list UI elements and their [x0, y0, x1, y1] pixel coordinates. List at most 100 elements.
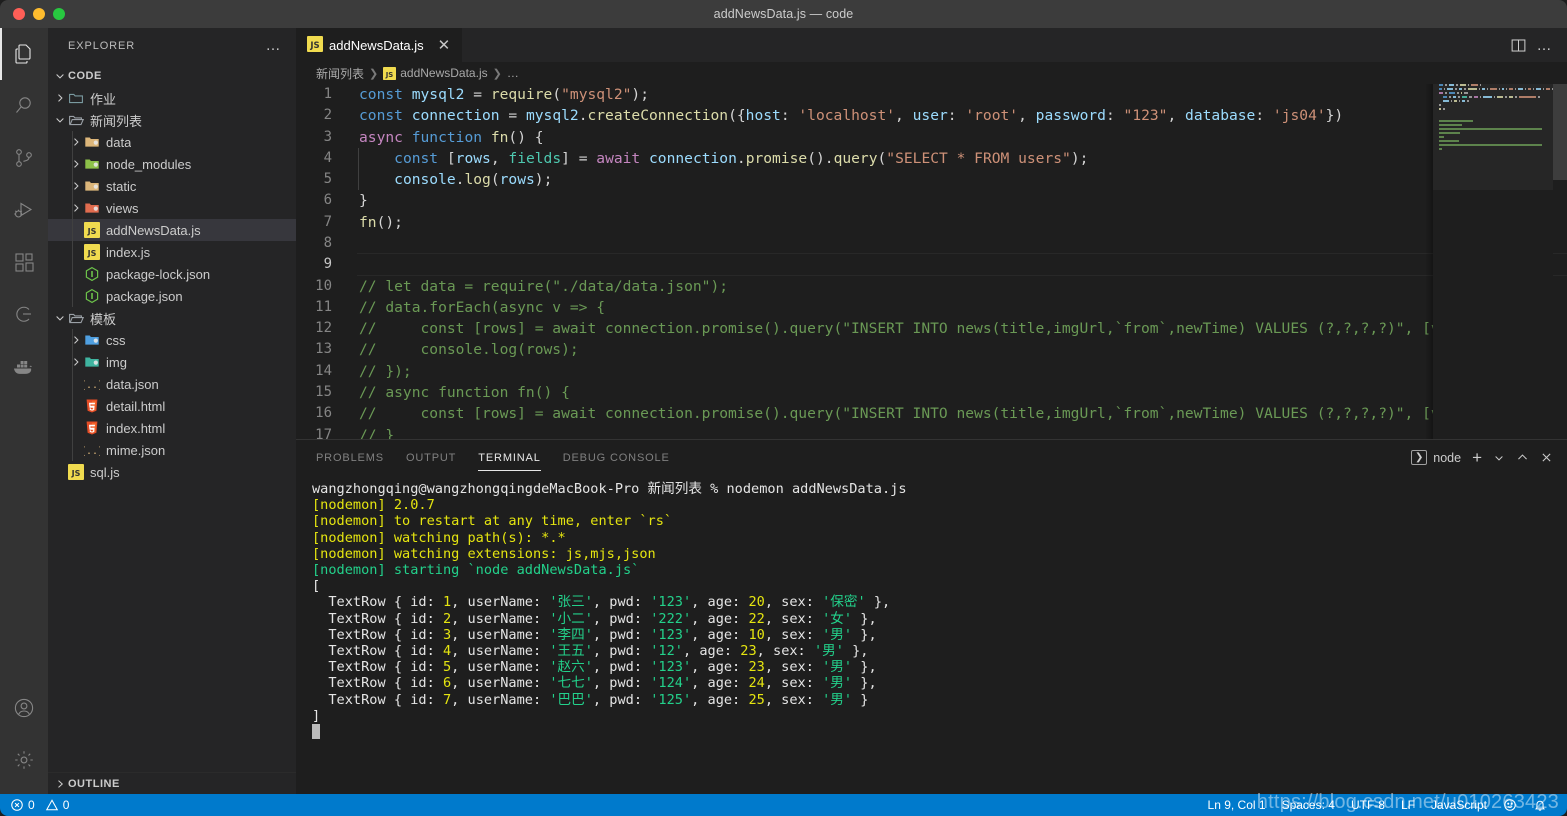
tree-item-package-json[interactable]: package.json — [48, 285, 296, 307]
new-terminal-icon[interactable]: + — [1472, 449, 1482, 466]
chevron-right-icon[interactable] — [68, 202, 84, 214]
close-tab-icon[interactable]: ✕ — [436, 38, 453, 53]
account-icon[interactable] — [0, 682, 48, 734]
chevron-down-icon[interactable] — [52, 312, 68, 324]
code-line-5[interactable]: 5 console.log(rows); — [296, 169, 1567, 191]
tab-terminal[interactable]: TERMINAL — [478, 440, 542, 475]
maximize-panel-icon[interactable] — [1516, 451, 1529, 464]
tree-item-detail-html[interactable]: detail.html — [48, 395, 296, 417]
tree-item-data[interactable]: data — [48, 131, 296, 153]
remote-explorer-icon[interactable] — [0, 288, 48, 340]
tree-item-[interactable]: 作业 — [48, 87, 296, 109]
code-line-9[interactable]: 9 — [296, 253, 1567, 276]
line-content: const mysql2 = require("mysql2"); — [359, 85, 649, 103]
bell-icon[interactable] — [1533, 798, 1547, 812]
tree-item-sql-js[interactable]: JS sql.js — [48, 461, 296, 483]
tree-item-package-lock-json[interactable]: package-lock.json — [48, 263, 296, 285]
code-line-14[interactable]: 14 // }); — [296, 361, 1567, 382]
chevron-right-icon[interactable] — [68, 136, 84, 148]
minimap[interactable] — [1433, 83, 1553, 439]
explorer-icon[interactable] — [0, 28, 48, 80]
smiley-icon[interactable] — [1503, 798, 1517, 812]
code-line-7[interactable]: 7 fn(); — [296, 212, 1567, 233]
activity-bar — [0, 28, 48, 794]
source-control-icon[interactable] — [0, 132, 48, 184]
tree-root-folder[interactable]: CODE — [48, 65, 296, 87]
chevron-right-icon[interactable] — [68, 158, 84, 170]
code-line-15[interactable]: 15 // async function fn() { — [296, 382, 1567, 403]
problems-status[interactable]: 0 0 — [10, 798, 69, 812]
eol-status[interactable]: LF — [1401, 798, 1415, 812]
tree-item-mime-json[interactable]: {..} mime.json — [48, 439, 296, 461]
tree-item-index-html[interactable]: index.html — [48, 417, 296, 439]
code-editor[interactable]: 1 const mysql2 = require("mysql2"); 2 const… — [296, 83, 1567, 439]
tree-item-static[interactable]: static — [48, 175, 296, 197]
tree-item-index-js[interactable]: JS index.js — [48, 241, 296, 263]
language-mode-status[interactable]: JavaScript — [1431, 798, 1487, 812]
scrollbar-thumb[interactable] — [1553, 83, 1567, 180]
code-line-6[interactable]: 6} — [296, 190, 1567, 211]
code-line-13[interactable]: 13 // console.log(rows); — [296, 339, 1567, 360]
tab-output[interactable]: OUTPUT — [406, 440, 456, 475]
search-icon[interactable] — [0, 80, 48, 132]
line-number: 1 — [323, 85, 332, 102]
svg-text:{..}: {..} — [84, 380, 100, 391]
indentation-status[interactable]: Spaces: 4 — [1282, 798, 1335, 812]
breadcrumb-item-1[interactable]: JS addNewsData.js — [383, 66, 488, 80]
status-bar: 0 0 Ln 9, Col 1 Spaces: 4 UTF-8 LF JavaS… — [0, 794, 1567, 816]
tree-item-css[interactable]: css — [48, 329, 296, 351]
tree-item-views[interactable]: views — [48, 197, 296, 219]
chevron-right-icon[interactable] — [68, 334, 84, 346]
code-line-17[interactable]: 17 // } — [296, 425, 1567, 439]
code-line-2[interactable]: 2 const connection = mysql2.createConnect… — [296, 105, 1567, 126]
tree-item-[interactable]: 新闻列表 — [48, 109, 296, 131]
json-file-icon: {..} — [84, 376, 100, 392]
code-line-16[interactable]: 16 // const [rows] = await connection.pro… — [296, 403, 1567, 424]
explorer-more-actions-icon[interactable]: … — [260, 36, 289, 55]
tree-item-addnewsdata-js[interactable]: JS addNewsData.js — [48, 219, 296, 241]
terminal-output[interactable]: wangzhongqing@wangzhongqingdeMacBook-Pro… — [296, 475, 1567, 794]
settings-gear-icon[interactable] — [0, 734, 48, 786]
encoding-status[interactable]: UTF-8 — [1351, 798, 1385, 812]
code-line-1[interactable]: 1 const mysql2 = require("mysql2"); — [296, 84, 1567, 105]
split-editor-icon[interactable] — [1510, 37, 1527, 54]
status-bar-right: Ln 9, Col 1 Spaces: 4 UTF-8 LF JavaScrip… — [1208, 798, 1559, 812]
breadcrumb-item-0[interactable]: 新闻列表 — [316, 65, 364, 82]
tree-item-node-modules[interactable]: node_modules — [48, 153, 296, 175]
chevron-right-icon[interactable] — [68, 356, 84, 368]
code-line-10[interactable]: 10 // let data = require("./data/data.jso… — [296, 276, 1567, 297]
line-number: 11 — [315, 298, 332, 315]
code-line-12[interactable]: 12 // const [rows] = await connection.pro… — [296, 318, 1567, 339]
code-line-4[interactable]: 4 const [rows, fields] = await connectio… — [296, 147, 1567, 170]
chevron-right-icon[interactable] — [52, 92, 68, 104]
chevron-right-icon[interactable] — [68, 180, 84, 192]
terminal-row-7: TextRow { id: 7, userName: '巴巴', pwd: '1… — [312, 691, 869, 708]
tree-item-data-json[interactable]: {..} data.json — [48, 373, 296, 395]
code-line-11[interactable]: 11 // data.forEach(async v => { — [296, 297, 1567, 318]
breadcrumb-chevron-icon: ❯ — [369, 67, 379, 80]
chevron-down-icon[interactable] — [52, 114, 68, 126]
editor-vertical-scrollbar[interactable] — [1553, 83, 1567, 439]
code-line-3[interactable]: 3 async function fn() { — [296, 127, 1567, 148]
tree-item-label: mime.json — [106, 442, 166, 458]
line-content: // }); — [359, 362, 412, 380]
extensions-icon[interactable] — [0, 236, 48, 288]
terminal-dropdown-icon[interactable] — [1493, 452, 1505, 464]
file-tree[interactable]: CODE 作业 新闻列表 data node_modules static views JS a… — [48, 63, 296, 772]
tab-addNewsData-js[interactable]: JS addNewsData.js ✕ — [296, 28, 464, 63]
docker-icon[interactable] — [0, 340, 48, 392]
code-line-8[interactable]: 8 — [296, 233, 1567, 254]
close-panel-icon[interactable] — [1540, 451, 1553, 464]
more-actions-icon[interactable]: … — [1537, 38, 1554, 53]
run-and-debug-icon[interactable] — [0, 184, 48, 236]
tab-debug-console[interactable]: DEBUG CONSOLE — [563, 440, 670, 475]
tree-item-[interactable]: 模板 — [48, 307, 296, 329]
line-number: 2 — [323, 107, 332, 124]
terminal-selector[interactable]: ❯ node — [1411, 450, 1461, 465]
outline-section-header[interactable]: OUTLINE — [48, 772, 296, 794]
cursor-position[interactable]: Ln 9, Col 1 — [1208, 798, 1266, 812]
breadcrumb-item-2[interactable]: … — [507, 66, 519, 80]
tab-problems[interactable]: PROBLEMS — [316, 440, 384, 475]
tree-item-img[interactable]: img — [48, 351, 296, 373]
terminal-cursor-line — [312, 724, 1567, 740]
